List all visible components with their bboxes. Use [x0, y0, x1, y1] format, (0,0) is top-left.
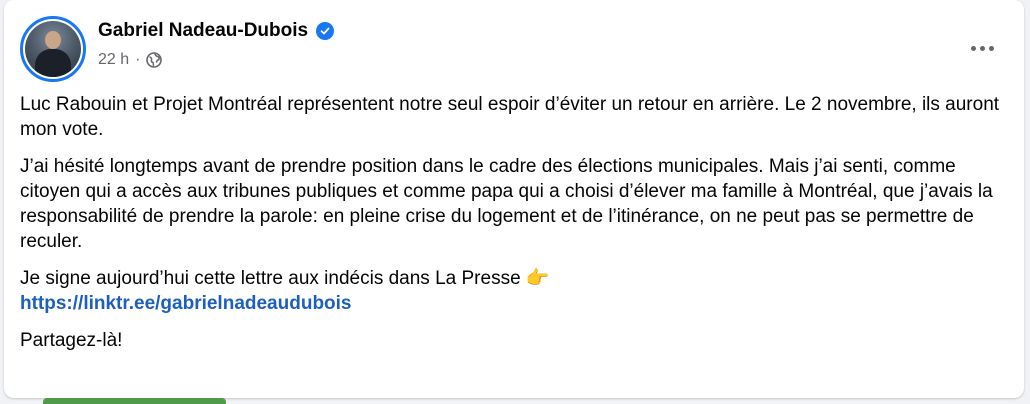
post-paragraph-3: Je signe aujourd’hui cette lettre aux in… — [20, 266, 1008, 316]
linktree-link[interactable]: https://linktr.ee/gabrielnadeaudubois — [20, 293, 352, 314]
post-meta: 22 h · — [98, 51, 163, 69]
post-card: Gabriel Nadeau-Dubois 22 h · Luc Rabouin… — [4, 0, 1024, 398]
pointing-right-emoji: 👉 — [525, 268, 550, 289]
globe-icon[interactable] — [146, 52, 163, 68]
meta-separator: · — [135, 51, 141, 68]
post-paragraph-3-text: Je signe aujourd’hui cette lettre aux in… — [20, 268, 521, 289]
more-options-icon[interactable] — [964, 30, 1000, 66]
green-tab-edge — [43, 398, 226, 404]
avatar[interactable] — [20, 16, 86, 82]
post-content: Luc Rabouin et Projet Montréal représent… — [20, 92, 1008, 365]
post-paragraph-1: Luc Rabouin et Projet Montréal représent… — [20, 94, 1000, 140]
post-paragraph-2: J’ai hésité longtemps avant de prendre p… — [20, 156, 993, 252]
post-timestamp[interactable]: 22 h — [98, 51, 129, 69]
post-header: Gabriel Nadeau-Dubois 22 h · — [20, 16, 1008, 82]
verified-badge-icon — [316, 22, 335, 40]
author-name-row: Gabriel Nadeau-Dubois — [98, 20, 335, 42]
post-paragraph-4: Partagez-là! — [20, 330, 123, 351]
profile-photo — [25, 21, 81, 77]
author-name[interactable]: Gabriel Nadeau-Dubois — [98, 20, 308, 42]
